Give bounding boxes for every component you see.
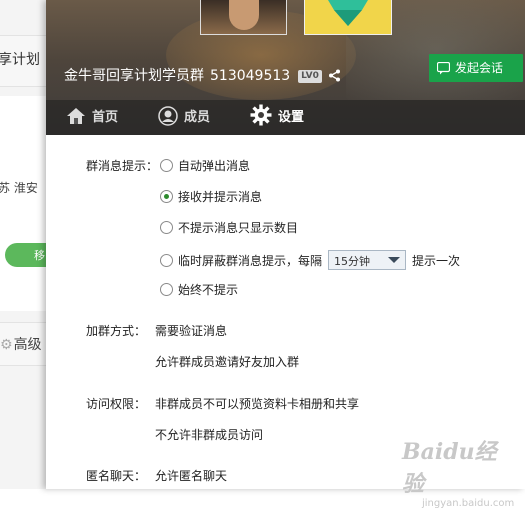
background-window: 享计划 苏 淮安 移 ⚙高级 xyxy=(0,0,46,489)
join-invite-value: 允许群成员邀请好友加入群 xyxy=(155,355,300,369)
interval-select-value: 15分钟 xyxy=(334,255,371,268)
group-id: 513049513 xyxy=(210,68,291,84)
anonymous-chat-value: 允许匿名聊天 xyxy=(155,469,228,483)
notify-option-never[interactable]: 始终不提示 xyxy=(160,281,238,298)
access-preview-value: 非群成员不可以预览资料卡相册和共享 xyxy=(155,397,360,411)
group-name: 金牛哥回享计划学员群 xyxy=(64,68,204,84)
interval-select[interactable]: 15分钟 xyxy=(328,250,407,270)
chevron-down-icon xyxy=(388,257,401,263)
group-panel: 金牛哥回享计划学员群 513049513 LV0 发起会话 首页 成员 设置 群… xyxy=(46,0,525,489)
tab-home-label: 首页 xyxy=(92,110,119,125)
access-permission-label: 访问权限： xyxy=(86,397,147,411)
notify-option-auto-popup[interactable]: 自动弹出消息 xyxy=(160,157,250,174)
group-header: 金牛哥回享计划学员群 513049513 LV0 发起会话 首页 成员 设置 xyxy=(46,0,525,135)
chat-icon xyxy=(436,57,451,85)
tab-members-label: 成员 xyxy=(184,110,211,125)
bg-green-button[interactable]: 移 xyxy=(5,243,46,267)
option-label: 临时屏蔽群消息提示，每隔 xyxy=(178,254,323,268)
bg-advanced-fragment[interactable]: ⚙高级 xyxy=(0,334,42,354)
tab-home[interactable]: 首页 xyxy=(66,100,118,135)
notify-option-receive-and-notify[interactable]: 接收并提示消息 xyxy=(160,188,262,205)
group-owner-avatar[interactable] xyxy=(200,0,287,35)
radio-button[interactable] xyxy=(160,159,173,172)
join-method-value: 需要验证消息 xyxy=(155,324,228,338)
share-icon[interactable] xyxy=(328,69,341,86)
bg-green-button-label: 移 xyxy=(34,249,45,262)
start-chat-button[interactable]: 发起会话 xyxy=(429,54,523,82)
baidu-watermark: Baidu经验 jingyan.baidu.com xyxy=(402,434,514,509)
tab-settings[interactable]: 设置 xyxy=(250,100,304,135)
bg-advanced-label: 高级 xyxy=(13,337,42,353)
start-chat-label: 发起会话 xyxy=(455,61,504,75)
bg-body xyxy=(0,96,46,311)
member-icon xyxy=(158,106,178,126)
option-suffix: 提示一次 xyxy=(412,254,461,268)
notify-option-temporary-mute[interactable]: 临时屏蔽群消息提示，每隔 15分钟 提示一次 xyxy=(160,250,460,270)
notify-setting-label: 群消息提示： xyxy=(86,159,159,173)
option-label: 不提示消息只显示数目 xyxy=(178,221,299,235)
tab-settings-label: 设置 xyxy=(278,110,305,125)
radio-button-selected[interactable] xyxy=(160,190,173,203)
option-label: 始终不提示 xyxy=(178,283,239,297)
anonymous-chat-label: 匿名聊天： xyxy=(86,469,147,483)
watermark-url: jingyan.baidu.com xyxy=(422,498,515,509)
gear-icon xyxy=(250,104,272,126)
avatar-face xyxy=(229,0,259,30)
access-visit-value: 不允许非群成员访问 xyxy=(155,428,264,442)
group-tabs: 首页 成员 设置 xyxy=(46,100,525,135)
option-label: 接收并提示消息 xyxy=(178,190,263,204)
bg-title-fragment: 享计划 xyxy=(0,52,40,68)
bg-location-fragment: 苏 淮安 xyxy=(0,181,38,195)
radio-button[interactable] xyxy=(160,254,173,267)
notify-option-count-only[interactable]: 不提示消息只显示数目 xyxy=(160,219,298,236)
diamond-icon xyxy=(328,0,368,26)
radio-button[interactable] xyxy=(160,221,173,234)
home-icon xyxy=(67,108,85,124)
group-avatar[interactable] xyxy=(304,0,392,35)
join-method-label: 加群方式： xyxy=(86,324,147,338)
radio-button[interactable] xyxy=(160,283,173,296)
tab-members[interactable]: 成员 xyxy=(158,100,210,135)
watermark-brand: Baidu经验 xyxy=(402,439,497,497)
option-label: 自动弹出消息 xyxy=(178,159,251,173)
group-title: 金牛哥回享计划学员群 513049513 LV0 xyxy=(64,65,341,86)
level-badge: LV0 xyxy=(298,70,322,83)
gear-icon: ⚙ xyxy=(0,337,13,353)
